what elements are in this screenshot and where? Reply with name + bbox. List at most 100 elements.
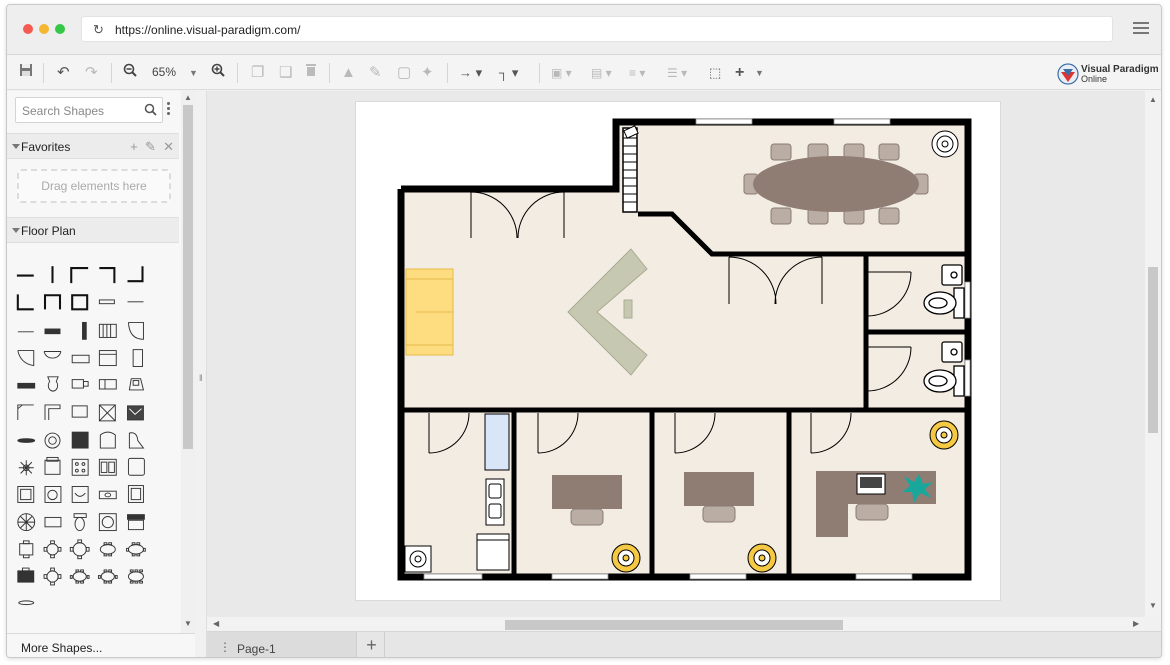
- minimize-window-dot[interactable]: [39, 24, 49, 34]
- panel-splitter[interactable]: ‖: [195, 91, 207, 657]
- diagram-page[interactable]: [355, 101, 1001, 601]
- save-icon[interactable]: [19, 63, 33, 83]
- table-6-shape[interactable]: [43, 567, 62, 586]
- room-shape[interactable]: [71, 294, 89, 311]
- clock-shape[interactable]: [98, 513, 117, 532]
- scroll-up-icon[interactable]: ▲: [184, 93, 192, 102]
- wash-basin-shape[interactable]: [71, 486, 89, 503]
- tv-stand-shape[interactable]: [98, 379, 117, 390]
- zoom-in-icon[interactable]: [211, 63, 225, 83]
- round-table-shape[interactable]: [17, 513, 36, 532]
- sink-shape[interactable]: [71, 458, 89, 476]
- undo-icon[interactable]: ↶: [57, 63, 70, 83]
- close-favorite-icon[interactable]: ✕: [163, 139, 174, 154]
- redo-icon[interactable]: ↷: [85, 63, 98, 83]
- closet-shape[interactable]: [127, 485, 144, 503]
- close-window-dot[interactable]: [23, 24, 33, 34]
- line-color-icon[interactable]: ✎: [369, 63, 382, 83]
- vertical-scroll-thumb[interactable]: [1148, 267, 1158, 433]
- double-sink-shape[interactable]: [98, 458, 117, 476]
- arrange-icon[interactable]: ▣ ▾: [551, 63, 572, 83]
- zoom-level[interactable]: 65%: [152, 65, 176, 79]
- toilet-shape[interactable]: [47, 376, 59, 392]
- tub-shape[interactable]: [127, 457, 145, 476]
- shower-shape[interactable]: [17, 486, 35, 503]
- l-wall-shape[interactable]: [17, 404, 34, 420]
- briefcase-shape[interactable]: [17, 567, 35, 583]
- bed-shape[interactable]: [71, 354, 90, 364]
- scroll-up-icon[interactable]: ▲: [1149, 95, 1157, 104]
- table-4-shape[interactable]: [43, 540, 62, 559]
- flat-shape[interactable]: [17, 438, 36, 443]
- fill-color-icon[interactable]: ▲: [341, 63, 356, 83]
- paste-icon[interactable]: ❑: [279, 63, 292, 83]
- search-shapes-input[interactable]: Search Shapes: [15, 97, 163, 123]
- delete-icon[interactable]: [305, 63, 317, 83]
- door-shape[interactable]: [127, 321, 144, 340]
- canvas-horizontal-scrollbar[interactable]: ◀ ▶: [207, 617, 1145, 631]
- copy-icon[interactable]: ❐: [251, 63, 264, 83]
- x-box-shape[interactable]: [98, 404, 116, 422]
- wall-corner-shape[interactable]: [16, 294, 34, 311]
- toilet-top-shape[interactable]: [98, 490, 117, 500]
- toilet-bowl-shape[interactable]: [73, 513, 87, 532]
- horizontal-scroll-thumb[interactable]: [505, 620, 843, 630]
- page-options-icon[interactable]: ⋮: [219, 640, 231, 654]
- format-painter-icon[interactable]: ✦: [421, 63, 434, 83]
- address-bar[interactable]: ↻ https://online.visual-paradigm.com/: [81, 16, 1113, 42]
- envelope-box-shape[interactable]: [127, 405, 144, 421]
- tab-page-1[interactable]: ⋮ Page-1: [207, 632, 357, 657]
- more-shapes-button[interactable]: More Shapes...: [7, 633, 195, 657]
- table-oval-shape[interactable]: [99, 542, 116, 557]
- table-shape[interactable]: [44, 516, 62, 528]
- table-long-shape[interactable]: [126, 542, 146, 557]
- rug-shape[interactable]: [18, 600, 35, 606]
- piano-shape[interactable]: [128, 432, 145, 449]
- add-page-button[interactable]: +: [359, 632, 385, 657]
- printer-shape[interactable]: [128, 378, 145, 391]
- add-favorite-icon[interactable]: +: [130, 139, 138, 154]
- stove-shape[interactable]: [71, 431, 89, 449]
- search-icon[interactable]: [144, 103, 157, 119]
- washer-shape[interactable]: [99, 431, 116, 449]
- shadow-icon[interactable]: ▢: [397, 63, 411, 83]
- scroll-right-icon[interactable]: ▶: [1133, 619, 1139, 628]
- window-strip-shape[interactable]: [44, 328, 61, 335]
- diagram-canvas[interactable]: [207, 91, 1145, 617]
- splitter-grip-icon[interactable]: ‖: [199, 373, 203, 383]
- burner-shape[interactable]: [44, 432, 61, 449]
- sidebar-scroll-thumb[interactable]: [183, 105, 193, 449]
- favorites-section-header[interactable]: Favorites + ✎ ✕: [7, 133, 179, 159]
- maximize-window-dot[interactable]: [55, 24, 65, 34]
- sofa-shape[interactable]: [71, 379, 89, 389]
- connector-style-icon[interactable]: → ▾: [459, 63, 482, 83]
- group-icon[interactable]: ▤ ▾: [591, 63, 612, 83]
- favorites-drop-zone[interactable]: Drag elements here: [17, 169, 171, 203]
- sidebar-options-icon[interactable]: [167, 102, 170, 116]
- room-shape[interactable]: [43, 294, 62, 310]
- zoom-dropdown-icon[interactable]: ▼: [189, 63, 198, 83]
- wall-corner-shape[interactable]: [127, 266, 144, 283]
- staircase-shape[interactable]: [98, 323, 117, 338]
- wall-corner-shape[interactable]: [70, 267, 89, 284]
- scroll-down-icon[interactable]: ▼: [1149, 601, 1157, 610]
- basin-shape[interactable]: [44, 486, 62, 503]
- wall-corner-shape[interactable]: [99, 267, 116, 284]
- canvas-vertical-scrollbar[interactable]: ▲ ▼: [1145, 91, 1161, 617]
- scroll-down-icon[interactable]: ▼: [184, 619, 192, 628]
- chair-shape[interactable]: [44, 456, 61, 475]
- double-door-shape[interactable]: [43, 351, 62, 359]
- edit-favorite-icon[interactable]: ✎: [145, 139, 156, 154]
- insert-dropdown-icon[interactable]: ▼: [755, 63, 764, 83]
- desk-shape[interactable]: [71, 405, 88, 418]
- table-conference-shape[interactable]: [127, 569, 144, 584]
- distribute-icon[interactable]: ☰ ▾: [667, 63, 687, 83]
- cabinet-shape[interactable]: [98, 350, 117, 367]
- insert-icon[interactable]: +: [735, 63, 744, 83]
- sidebar-scrollbar[interactable]: ▲ ▼: [181, 91, 195, 633]
- scroll-left-icon[interactable]: ◀: [213, 619, 219, 628]
- table-chairs-shape[interactable]: [19, 540, 34, 559]
- fridge-shape[interactable]: [132, 349, 143, 367]
- table-oval-6-shape[interactable]: [69, 569, 90, 584]
- door-shape[interactable]: [17, 350, 35, 367]
